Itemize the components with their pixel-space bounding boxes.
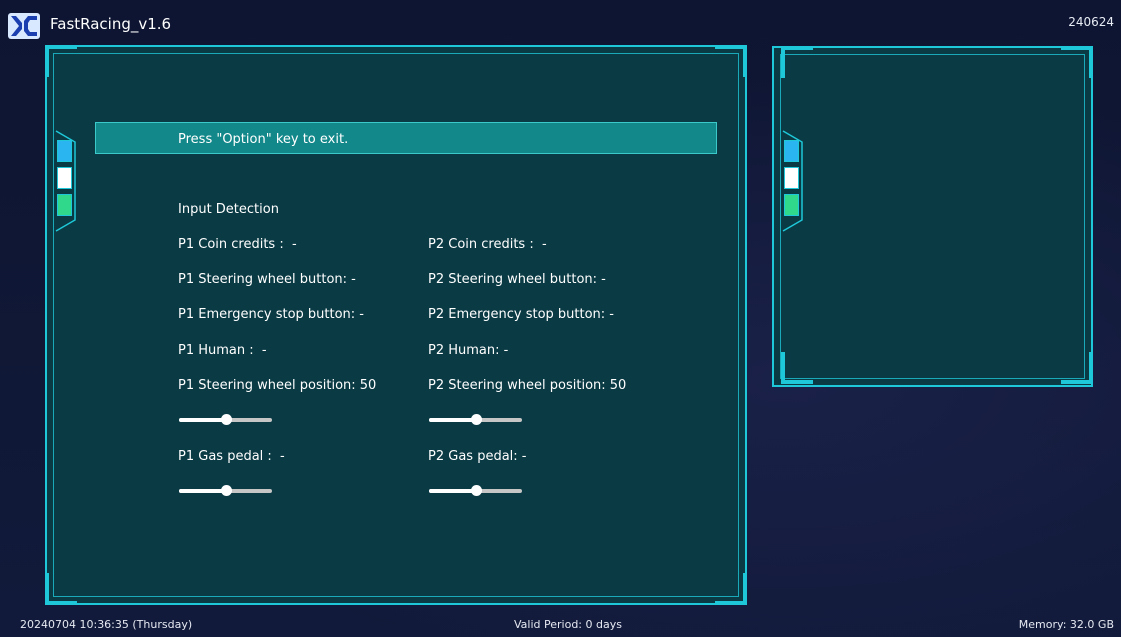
p2-steering-wheel-position: P2 Steering wheel position: 50 [428, 378, 627, 393]
slider-thumb[interactable] [470, 485, 482, 496]
p2-gas-slider[interactable] [429, 485, 522, 497]
corner-bracket-icon [45, 573, 77, 605]
p2-emergency-stop-button: P2 Emergency stop button: - [428, 307, 614, 322]
panel-inner-frame [780, 54, 1085, 379]
p1-steering-wheel-position: P1 Steering wheel position: 50 [178, 378, 377, 393]
slider-thumb[interactable] [220, 414, 232, 425]
panel-tab-stack [55, 130, 77, 232]
valid-period-status: Valid Period: 0 days [514, 618, 622, 631]
p1-human: P1 Human : - [178, 343, 267, 358]
slider-thumb[interactable] [470, 414, 482, 425]
slider-thumb[interactable] [220, 485, 232, 496]
p2-gas-pedal: P2 Gas pedal: - [428, 449, 527, 464]
xc-logo-icon [8, 13, 40, 39]
corner-bracket-icon [781, 352, 813, 384]
app-title: FastRacing_v1.6 [50, 15, 172, 33]
p2-steering-wheel-button: P2 Steering wheel button: - [428, 272, 606, 287]
corner-bracket-icon [781, 46, 813, 78]
preview-panel [772, 46, 1093, 387]
p2-steering-slider[interactable] [429, 414, 522, 426]
section-title: Input Detection [178, 202, 279, 217]
slider-fill [429, 418, 476, 422]
tab-white [57, 167, 72, 189]
panel-tab-stack [782, 130, 804, 232]
corner-bracket-icon [1061, 46, 1093, 78]
tab-blue [784, 140, 799, 162]
corner-bracket-icon [715, 45, 747, 77]
slider-fill [179, 489, 226, 493]
slider-fill [179, 418, 226, 422]
p2-coin-credits: P2 Coin credits : - [428, 237, 547, 252]
p1-emergency-stop-button: P1 Emergency stop button: - [178, 307, 364, 322]
slider-fill [429, 489, 476, 493]
corner-bracket-icon [45, 45, 77, 77]
tab-green [57, 194, 72, 216]
tab-blue [57, 140, 72, 162]
build-number: 240624 [1068, 15, 1114, 29]
p1-steering-wheel-button: P1 Steering wheel button: - [178, 272, 356, 287]
datetime-status: 20240704 10:36:35 (Thursday) [20, 618, 193, 631]
corner-bracket-icon [1061, 352, 1093, 384]
tab-white [784, 167, 799, 189]
corner-bracket-icon [715, 573, 747, 605]
p1-coin-credits: P1 Coin credits : - [178, 237, 297, 252]
tab-green [784, 194, 799, 216]
p1-gas-slider[interactable] [179, 485, 272, 497]
p1-steering-slider[interactable] [179, 414, 272, 426]
exit-hint-banner: Press "Option" key to exit. [95, 122, 717, 154]
memory-status: Memory: 32.0 GB [1018, 618, 1114, 631]
p2-human: P2 Human: - [428, 343, 509, 358]
p1-gas-pedal: P1 Gas pedal : - [178, 449, 285, 464]
